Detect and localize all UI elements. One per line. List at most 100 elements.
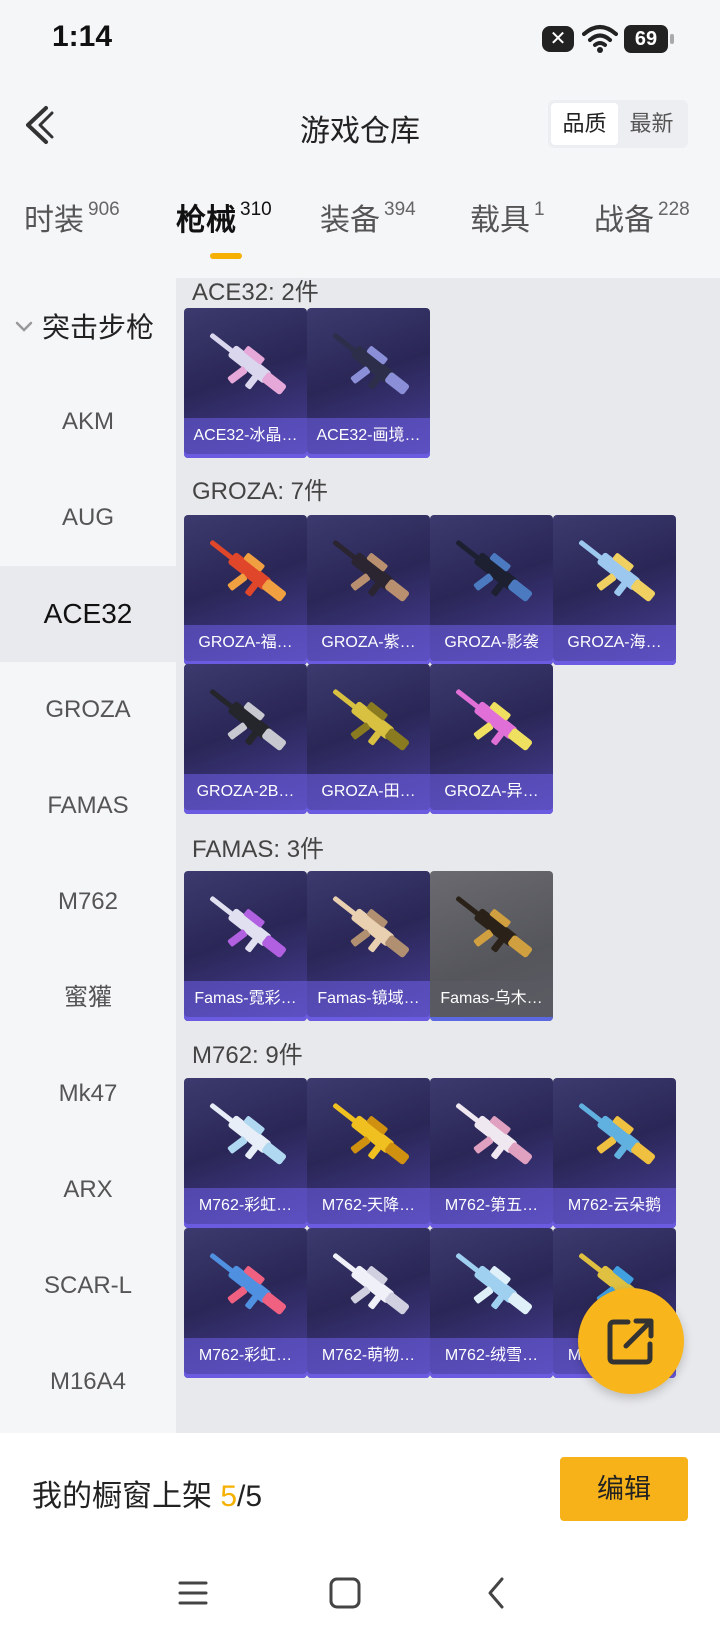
rifle-icon xyxy=(210,1253,287,1315)
tab-vehicles[interactable]: 载具 1 xyxy=(470,195,545,265)
home-icon[interactable] xyxy=(328,1573,362,1613)
notification-icon: ✕ xyxy=(542,26,574,52)
weapon-skin-card[interactable]: Famas-镜域… xyxy=(307,871,430,1021)
sidebar-item-m16a4[interactable]: M16A4 xyxy=(0,1334,176,1430)
tab-count: 394 xyxy=(384,199,416,220)
rifle-icon xyxy=(456,1103,533,1165)
tab-active-indicator xyxy=(210,253,242,259)
tab-count: 310 xyxy=(240,199,272,220)
weapon-skin-card[interactable]: M762-彩虹… xyxy=(184,1228,307,1378)
weapon-skin-card[interactable]: GROZA-2B… xyxy=(184,664,307,814)
weapon-skin-name: M762-云朵鹅 xyxy=(553,1188,676,1224)
sidebar-item-arx[interactable]: ARX xyxy=(0,1142,176,1238)
tab-supplies[interactable]: 战备 228 xyxy=(594,195,690,265)
nav-back-icon[interactable] xyxy=(484,1573,508,1613)
system-nav-bar xyxy=(0,1553,720,1640)
weapon-skin-card[interactable]: GROZA-异… xyxy=(430,664,553,814)
group-title: GROZA: 7件 xyxy=(192,478,329,505)
rifle-icon xyxy=(333,333,410,395)
showcase-label: 我的橱窗上架 xyxy=(32,1480,221,1513)
sidebar-item-groza[interactable]: GROZA xyxy=(0,662,176,758)
rifle-icon xyxy=(210,896,287,958)
header: 游戏仓库 品质 最新 xyxy=(0,80,720,170)
rifle-icon xyxy=(210,540,287,602)
weapon-skin-name: GROZA-异… xyxy=(430,774,553,810)
weapon-skin-card[interactable]: M762-第五… xyxy=(430,1078,553,1228)
weapon-skin-card[interactable]: M762-云朵鹅 xyxy=(553,1078,676,1228)
sort-quality-button[interactable]: 品质 xyxy=(551,103,618,145)
weapon-skin-card[interactable]: M762-天降… xyxy=(307,1078,430,1228)
weapon-skin-name: GROZA-海… xyxy=(553,625,676,661)
weapon-skin-name: GROZA-福… xyxy=(184,625,307,661)
menu-icon[interactable] xyxy=(178,1573,208,1613)
weapon-skin-card[interactable]: GROZA-海… xyxy=(553,515,676,665)
showcase-bar: 我的橱窗上架 5/5 编辑 xyxy=(0,1433,720,1553)
sidebar-item-mk47[interactable]: Mk47 xyxy=(0,1046,176,1142)
category-tabs: 时装 906 枪械 310 装备 394 载具 1 战备 228 xyxy=(0,195,720,265)
edit-button[interactable]: 编辑 xyxy=(560,1457,688,1521)
rifle-icon xyxy=(333,1253,410,1315)
rifle-icon xyxy=(456,896,533,958)
sidebar-item-akm[interactable]: AKM xyxy=(0,374,176,470)
sidebar-category-label: 突击步枪 xyxy=(42,312,155,343)
weapon-skin-card[interactable]: GROZA-紫… xyxy=(307,515,430,665)
weapon-skin-name: M762-第五… xyxy=(430,1188,553,1224)
weapon-skin-name: GROZA-田… xyxy=(307,774,430,810)
weapon-skin-card[interactable]: GROZA-影袭 xyxy=(430,515,553,665)
tab-guns[interactable]: 枪械 310 xyxy=(176,195,272,265)
weapon-skin-name: GROZA-紫… xyxy=(307,625,430,661)
rifle-icon xyxy=(210,333,287,395)
battery-icon: 69 xyxy=(624,25,674,53)
group-title: FAMAS: 3件 xyxy=(192,836,325,863)
rifle-icon xyxy=(333,540,410,602)
weapon-grid: ACE32: 2件 ACE32-冰晶… ACE32-画境… GROZA: 7件 GROZ… xyxy=(176,278,720,1433)
sidebar-item-aug[interactable]: AUG xyxy=(0,470,176,566)
weapon-skin-card[interactable]: M762-彩虹… xyxy=(184,1078,307,1228)
rifle-icon xyxy=(579,1103,656,1165)
tab-count: 228 xyxy=(658,199,690,220)
tab-label: 装备 xyxy=(320,204,380,237)
weapon-skin-name: ACE32-冰晶… xyxy=(184,418,307,454)
tab-count: 1 xyxy=(534,199,545,220)
sidebar-item-scar-l[interactable]: SCAR-L xyxy=(0,1238,176,1334)
weapon-skin-name: M762-彩虹… xyxy=(184,1338,307,1374)
share-icon xyxy=(607,1318,654,1365)
weapon-skin-name: Famas-乌木… xyxy=(430,981,553,1017)
weapon-skin-name: M762-绒雪… xyxy=(430,1338,553,1374)
group-title: ACE32: 2件 xyxy=(192,279,319,306)
tab-label: 载具 xyxy=(470,204,530,237)
tab-count: 906 xyxy=(88,199,120,220)
rifle-icon xyxy=(333,1103,410,1165)
rifle-icon xyxy=(579,540,656,602)
weapon-skin-card[interactable]: ACE32-冰晶… xyxy=(184,308,307,458)
weapon-skin-card[interactable]: GROZA-福… xyxy=(184,515,307,665)
tab-equipment[interactable]: 装备 394 xyxy=(320,195,416,265)
share-button[interactable] xyxy=(578,1288,684,1394)
weapon-skin-card[interactable]: M762-绒雪… xyxy=(430,1228,553,1378)
sort-latest-button[interactable]: 最新 xyxy=(618,103,685,145)
chevron-down-icon xyxy=(15,321,33,332)
status-time: 1:14 xyxy=(52,20,113,53)
rifle-icon xyxy=(210,689,287,751)
rifle-icon xyxy=(210,1103,287,1165)
group-title: M762: 9件 xyxy=(192,1042,303,1069)
rifle-icon xyxy=(333,896,410,958)
weapon-skin-card[interactable]: M762-萌物… xyxy=(307,1228,430,1378)
status-bar: 1:14 ✕ 69 xyxy=(0,0,720,80)
sidebar-item-m762[interactable]: M762 xyxy=(0,854,176,950)
weapon-skin-card[interactable]: GROZA-田… xyxy=(307,664,430,814)
sidebar-item-honey-badger[interactable]: 蜜獾 xyxy=(0,950,176,1046)
weapon-skin-name: GROZA-2B… xyxy=(184,774,307,810)
tab-fashion[interactable]: 时装 906 xyxy=(24,195,120,265)
rifle-icon xyxy=(456,1253,533,1315)
weapon-skin-card[interactable]: ACE32-画境… xyxy=(307,308,430,458)
tab-label: 战备 xyxy=(594,204,654,237)
weapon-skin-card[interactable]: Famas-乌木… xyxy=(430,871,553,1021)
showcase-status: 我的橱窗上架 5/5 xyxy=(32,1471,262,1515)
weapon-skin-name: GROZA-影袭 xyxy=(430,625,553,661)
sidebar-item-ace32[interactable]: ACE32 xyxy=(0,566,176,662)
showcase-total: /5 xyxy=(237,1480,263,1513)
sidebar-item-famas[interactable]: FAMAS xyxy=(0,758,176,854)
sidebar-category[interactable]: 突击步枪 xyxy=(0,278,176,374)
weapon-skin-card[interactable]: Famas-霓彩… xyxy=(184,871,307,1021)
